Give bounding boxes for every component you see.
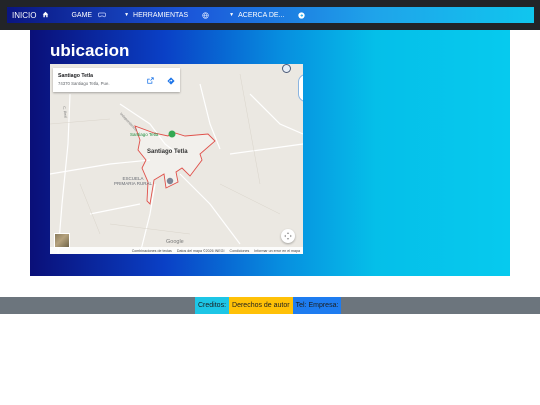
- directions-icon[interactable]: [166, 76, 175, 85]
- caret-down-icon: ▼: [229, 12, 235, 18]
- satellite-toggle[interactable]: [54, 233, 70, 248]
- school-label: ESCUELA PRIMARIA RURAL: [114, 176, 152, 186]
- navbar: INICIO GAME ▼ HERRAMIENTAS ▼ ACERCA DE..…: [7, 7, 534, 23]
- footer-credits[interactable]: Creditos:: [195, 297, 230, 314]
- location-pin-icon[interactable]: [282, 64, 291, 73]
- place-info-card: Santiago Tetla 74370 Santiago Tetla, Pue…: [53, 68, 180, 92]
- info-circle-icon: [298, 11, 306, 19]
- home-icon: [42, 11, 49, 20]
- map-footer-link: Datos del mapa ©2026 INEGI: [176, 248, 225, 253]
- town-boundary: [134, 125, 216, 205]
- town-label: Santiago Tetla: [147, 149, 188, 155]
- map-embed[interactable]: C. Real Independencia Santiago Tetla San…: [50, 64, 303, 254]
- map-footer-link[interactable]: Condiciones: [229, 249, 249, 253]
- fullscreen-icon[interactable]: [281, 229, 295, 243]
- school-marker: [166, 177, 174, 185]
- footer-links: Creditos: Derechos de autor Tel: Empresa…: [195, 297, 342, 314]
- gamepad-icon: [98, 12, 107, 18]
- map-footer-link[interactable]: Informar un error en el mapa: [254, 249, 300, 253]
- place-name: Santiago Tetla: [58, 73, 94, 79]
- poi-marker: [168, 130, 176, 138]
- open-in-maps-icon[interactable]: [146, 76, 155, 85]
- pegman-control[interactable]: [298, 74, 303, 102]
- nav-tools-dropdown[interactable]: ▼ HERRAMIENTAS: [120, 7, 223, 23]
- map-footer-link[interactable]: Combinaciones de teclas: [132, 249, 172, 253]
- poi-label: Santiago Tetla: [130, 132, 159, 137]
- place-address: 74370 Santiago Tetla, Pue.: [58, 81, 110, 86]
- nav-about-label: ACERCA DE...: [238, 11, 285, 19]
- school-label-line2: PRIMARIA RURAL: [114, 181, 153, 186]
- nav-home-label: INICIO: [12, 10, 37, 20]
- nav-game-link[interactable]: GAME: [67, 7, 120, 23]
- nav-tools-label: HERRAMIENTAS: [133, 11, 189, 19]
- location-section: ubicacion C. Real Independencia Santiago…: [30, 30, 510, 276]
- map-roads: [50, 73, 303, 254]
- footer-phone[interactable]: Tel: Empresa:: [292, 297, 342, 314]
- globe-icon: [202, 11, 209, 19]
- nav-game-label: GAME: [71, 11, 93, 19]
- map-attribution-bar: Combinaciones de teclas Datos del mapa ©…: [50, 247, 303, 254]
- caret-down-icon: ▼: [124, 12, 130, 18]
- nav-about-dropdown[interactable]: ▼ ACERCA DE...: [225, 7, 319, 23]
- footer-copyright[interactable]: Derechos de autor: [229, 297, 293, 314]
- nav-home-link[interactable]: INICIO: [7, 7, 53, 23]
- google-logo: Google: [166, 239, 184, 245]
- page-title: ubicacion: [50, 41, 130, 60]
